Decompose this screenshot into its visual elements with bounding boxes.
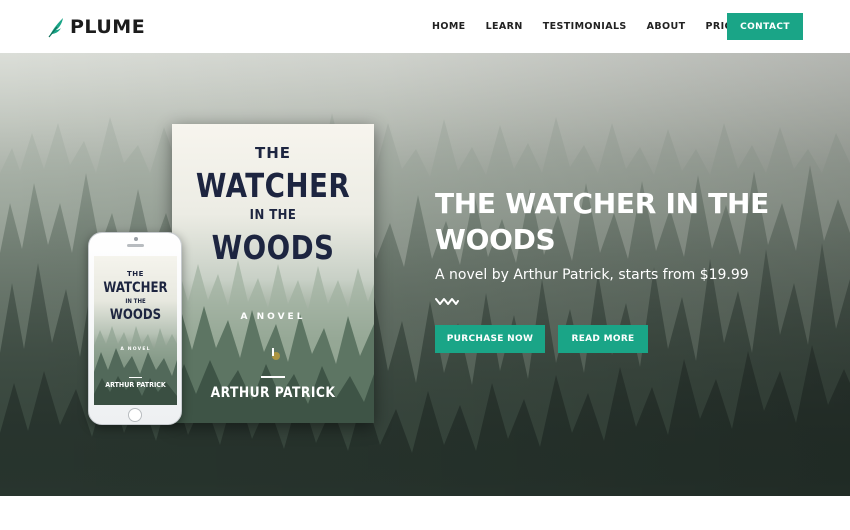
hero-title: THE WATCHER IN THE WOODS bbox=[435, 187, 769, 256]
phone-cover-tagline: A NOVEL bbox=[120, 347, 151, 352]
nav-item-learn[interactable]: LEARN bbox=[486, 21, 523, 32]
phone-speaker bbox=[127, 244, 144, 247]
page-bottom-strip bbox=[0, 496, 850, 530]
cover-title-line3: IN THE bbox=[249, 208, 297, 223]
cover-author: ARTHUR PATRICK bbox=[210, 385, 336, 401]
phone-camera bbox=[134, 237, 138, 241]
read-more-button[interactable]: READ MORE bbox=[558, 325, 648, 353]
main-nav: HOME LEARN TESTIMONIALS ABOUT PRICES bbox=[432, 0, 766, 53]
feather-icon bbox=[48, 18, 63, 38]
cover-title-line2: WATCHER bbox=[195, 166, 351, 205]
site-header: PLUME HOME LEARN TESTIMONIALS ABOUT PRIC… bbox=[0, 0, 850, 53]
phone-cover-line4: WOODS bbox=[109, 307, 162, 323]
phone-cover-rule bbox=[129, 377, 142, 378]
phone-cover-line3: IN THE bbox=[125, 298, 146, 305]
contact-button[interactable]: CONTACT bbox=[727, 13, 803, 40]
cover-divider-tick bbox=[272, 348, 274, 356]
phone-cover-author: ARTHUR PATRICK bbox=[105, 381, 166, 389]
purchase-now-button[interactable]: PURCHASE NOW bbox=[435, 325, 545, 353]
nav-item-about[interactable]: ABOUT bbox=[647, 21, 686, 32]
book-cover: THE WATCHER IN THE WOODS A NOVEL ARTHUR … bbox=[172, 124, 374, 423]
phone-cover-line2: WATCHER bbox=[103, 280, 168, 296]
nav-item-testimonials[interactable]: TESTIMONIALS bbox=[543, 21, 627, 32]
phone-mockup: THE WATCHER IN THE WOODS A NOVEL ARTHUR … bbox=[88, 232, 182, 425]
phone-cover-line1: THE bbox=[127, 270, 144, 278]
cover-tagline: A NOVEL bbox=[240, 312, 306, 322]
cover-title-line1: THE bbox=[254, 144, 292, 162]
zigzag-icon bbox=[435, 298, 459, 305]
brand-name: PLUME bbox=[70, 16, 146, 38]
hero-subtitle: A novel by Arthur Patrick, starts from $… bbox=[435, 267, 749, 283]
nav-item-home[interactable]: HOME bbox=[432, 21, 466, 32]
phone-screen: THE WATCHER IN THE WOODS A NOVEL ARTHUR … bbox=[94, 256, 177, 405]
cover-divider-rule bbox=[261, 376, 285, 378]
cover-title-line4: WOODS bbox=[211, 228, 335, 267]
brand-logo[interactable]: PLUME bbox=[46, 14, 145, 40]
phone-home-button bbox=[128, 408, 142, 422]
